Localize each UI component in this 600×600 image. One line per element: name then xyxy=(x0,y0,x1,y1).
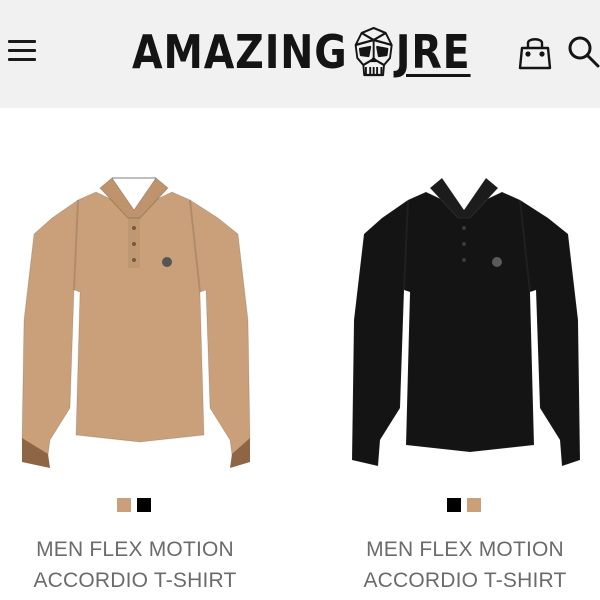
color-swatches xyxy=(117,498,151,512)
polo-shirt-image xyxy=(21,177,251,468)
product-card: MEN FLEX MOTION ACCORDIO T-SHIRT xyxy=(0,170,270,600)
color-swatch-black[interactable] xyxy=(447,498,461,512)
product-card: MEN FLEX MOTION ACCORDIO T-SHIRT xyxy=(330,170,600,600)
polo-shirt-image xyxy=(351,177,581,467)
color-swatch-tan[interactable] xyxy=(117,498,131,512)
product-title-line2: ACCORDIO T-SHIRT xyxy=(363,569,567,592)
product-title-line1: MEN FLEX MOTION xyxy=(36,538,234,561)
product-image[interactable] xyxy=(330,170,600,470)
color-swatch-black[interactable] xyxy=(137,498,151,512)
site-header: AMAZING JRE xyxy=(0,0,600,108)
brand-logo[interactable]: AMAZING JRE xyxy=(132,22,471,82)
search-button[interactable] xyxy=(566,34,600,70)
shopping-bag-icon xyxy=(518,38,552,70)
product-image[interactable] xyxy=(0,170,270,470)
product-title-line2: ACCORDIO T-SHIRT xyxy=(33,569,237,592)
logo-text-left: AMAZING xyxy=(132,25,348,79)
logo-text-right: JRE xyxy=(395,25,471,79)
menu-icon-bar-top xyxy=(8,40,36,43)
product-title[interactable]: MEN FLEX MOTION ACCORDIO T-SHIRT xyxy=(0,534,270,596)
menu-icon-bar-bottom xyxy=(8,58,36,61)
menu-icon-bar-middle xyxy=(8,49,36,52)
product-title-line1: MEN FLEX MOTION xyxy=(366,538,564,561)
color-swatch-tan[interactable] xyxy=(467,498,481,512)
color-swatches xyxy=(447,498,481,512)
product-title[interactable]: MEN FLEX MOTION ACCORDIO T-SHIRT xyxy=(330,534,600,596)
cart-button[interactable] xyxy=(518,35,552,71)
search-icon xyxy=(568,36,600,68)
shirt-body xyxy=(351,191,581,467)
skull-icon xyxy=(353,25,394,79)
menu-button[interactable] xyxy=(4,32,40,68)
